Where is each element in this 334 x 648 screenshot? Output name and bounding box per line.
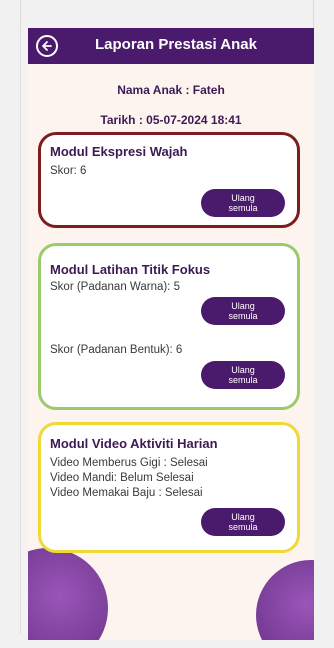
child-name-label: Nama Anak : Fateh xyxy=(117,83,225,97)
card-video-aktiviti-harian: Modul Video Aktiviti Harian Video Member… xyxy=(38,422,300,553)
card-title: Modul Video Aktiviti Harian xyxy=(50,436,218,451)
page-title: Laporan Prestasi Anak xyxy=(94,36,257,53)
score-shape-text: Skor (Padanan Bentuk): 6 xyxy=(50,344,183,356)
reset-button[interactable]: Ulang semula xyxy=(201,508,285,536)
decor-blob-right xyxy=(256,560,314,640)
device-frame-top xyxy=(0,0,334,28)
decor-blob-left xyxy=(28,548,108,640)
card-latihan-titik-fokus: Modul Latihan Titik Fokus Skor (Padanan … xyxy=(38,243,300,410)
card-title: Modul Latihan Titik Fokus xyxy=(50,262,211,277)
video-status-text: Video Mandi: Belum Selesai xyxy=(50,472,194,484)
reset-button[interactable]: Ulang semula xyxy=(201,361,285,389)
reset-button[interactable]: Ulang semula xyxy=(201,189,285,217)
video-status-text: Video Memberus Gigi : Selesai xyxy=(50,457,208,469)
device-frame-right xyxy=(313,0,334,648)
device-frame-left xyxy=(0,0,21,648)
score-color-text: Skor (Padanan Warna): 5 xyxy=(50,281,180,293)
card-ekspresi-wajah: Modul Ekspresi Wajah Skor: 6 Ulang semul… xyxy=(38,132,300,228)
reset-button[interactable]: Ulang semula xyxy=(201,297,285,325)
app-bar: Laporan Prestasi Anak xyxy=(28,28,314,64)
video-status-text: Video Memakai Baju : Selesai xyxy=(50,487,203,499)
card-title: Modul Ekspresi Wajah xyxy=(50,144,188,159)
score-text: Skor: 6 xyxy=(50,165,87,177)
app-screen: Laporan Prestasi Anak Nama Anak : Fateh … xyxy=(28,28,314,640)
report-date-label: Tarikh : 05-07-2024 18:41 xyxy=(100,113,242,127)
